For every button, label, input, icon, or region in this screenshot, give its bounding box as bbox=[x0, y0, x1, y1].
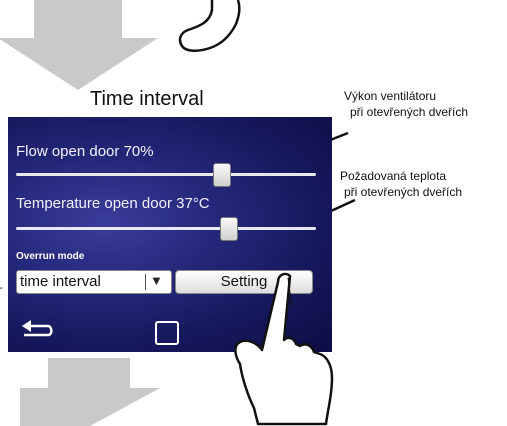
home-square-icon[interactable] bbox=[155, 321, 179, 345]
chevron-down-icon[interactable]: ▼ bbox=[150, 273, 163, 288]
top-down-arrow-icon bbox=[0, 0, 158, 90]
select-divider bbox=[145, 274, 146, 290]
temperature-slider-thumb[interactable] bbox=[220, 217, 238, 241]
overrun-mode-label: Overrun mode bbox=[16, 251, 85, 262]
hand-icon-top bbox=[178, 0, 241, 52]
bottom-down-arrow-icon bbox=[20, 358, 160, 426]
pointing-hand-icon bbox=[234, 272, 334, 426]
back-arrow-icon[interactable] bbox=[20, 317, 56, 341]
svg-text:-: - bbox=[0, 282, 3, 294]
temperature-annotation-line2: při otevřených dveřích bbox=[344, 185, 463, 199]
temperature-annotation-line1: Požadovaná teplota bbox=[340, 169, 447, 183]
flow-annotation-line2: při otevřených dveřích bbox=[350, 105, 469, 119]
overrun-mode-select[interactable]: time interval ▼ bbox=[16, 270, 172, 294]
temperature-label: Temperature open door 37°C bbox=[16, 195, 210, 212]
flow-slider-track[interactable] bbox=[16, 173, 316, 176]
temperature-slider-track[interactable] bbox=[16, 227, 316, 230]
temperature-annotation: Požadovaná teplota při otevřených dveříc… bbox=[340, 168, 462, 200]
flow-annotation: Výkon ventilátoru při otevřených dveřích bbox=[344, 88, 468, 120]
overrun-mode-value: time interval bbox=[20, 273, 101, 290]
flow-label: Flow open door 70% bbox=[16, 143, 154, 160]
flow-annotation-line1: Výkon ventilátoru bbox=[344, 89, 437, 103]
page-title: Time interval bbox=[90, 88, 204, 110]
flow-slider-thumb[interactable] bbox=[213, 163, 231, 187]
